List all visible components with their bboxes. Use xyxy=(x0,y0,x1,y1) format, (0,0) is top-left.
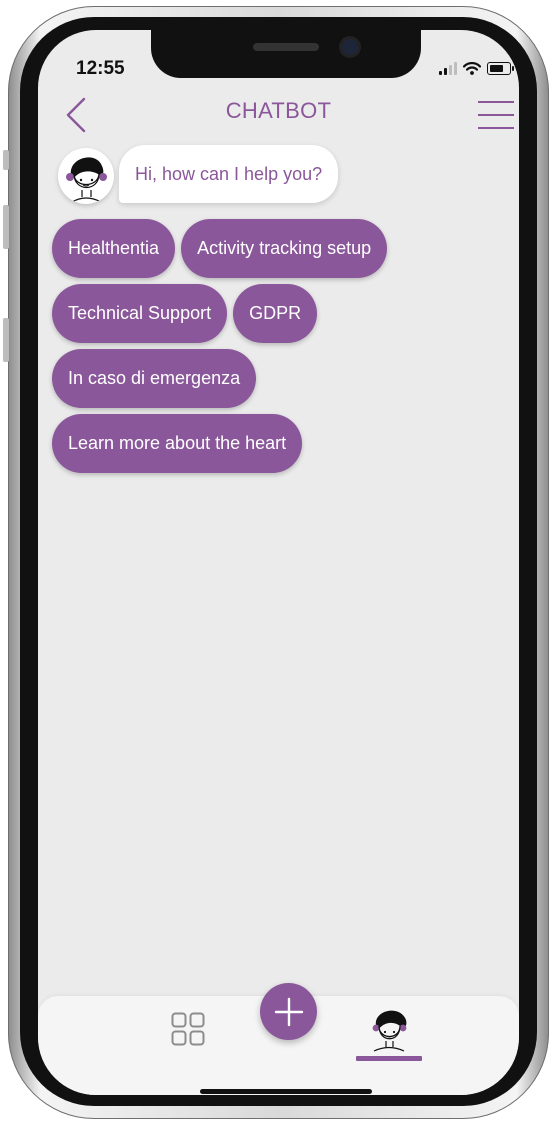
option-emergency[interactable]: In caso di emergenza xyxy=(52,349,257,408)
add-plus-icon xyxy=(274,997,303,1026)
option-activity-tracking-setup[interactable]: Activity tracking setup xyxy=(181,219,388,278)
notch xyxy=(151,30,421,78)
cellular-signal-icon xyxy=(439,62,457,75)
status-icons xyxy=(439,62,514,75)
home-indicator xyxy=(200,1089,372,1094)
volume-down-button xyxy=(3,318,9,362)
signal-bar xyxy=(454,62,457,75)
volume-up-button xyxy=(3,205,9,249)
signal-bar xyxy=(444,68,447,75)
options-row: In caso di emergenza xyxy=(52,349,502,408)
bot-message-bubble: Hi, how can I help you? xyxy=(119,145,339,203)
app-screen: 12:55 CHATBOT Hi, how can I help you? He… xyxy=(38,30,519,1095)
options-row: Healthentia Activity tracking setup xyxy=(52,219,502,278)
mute-switch xyxy=(3,150,9,170)
wifi-icon xyxy=(463,62,481,75)
battery-icon xyxy=(487,62,514,75)
active-tab-indicator xyxy=(356,1056,422,1061)
signal-bar xyxy=(439,71,442,75)
front-camera xyxy=(342,39,358,55)
option-healthentia[interactable]: Healthentia xyxy=(52,219,176,278)
quick-reply-options: Healthentia Activity tracking setup Tech… xyxy=(52,219,502,479)
option-gdpr[interactable]: GDPR xyxy=(233,284,318,343)
chatbot-avatar-icon[interactable] xyxy=(368,1006,410,1052)
option-technical-support[interactable]: Technical Support xyxy=(52,284,228,343)
status-time: 12:55 xyxy=(76,58,125,79)
dashboard-grid-icon[interactable] xyxy=(171,1012,205,1046)
bot-avatar xyxy=(58,148,114,204)
options-row: Learn more about the heart xyxy=(52,414,502,473)
speaker xyxy=(253,43,319,51)
hamburger-menu-icon[interactable] xyxy=(477,100,515,130)
add-button[interactable] xyxy=(260,983,317,1040)
battery-level xyxy=(490,65,503,72)
page-title: CHATBOT xyxy=(225,98,332,123)
options-row: Technical Support GDPR xyxy=(52,284,502,343)
signal-bar xyxy=(449,65,452,75)
option-learn-about-heart[interactable]: Learn more about the heart xyxy=(52,414,303,473)
avatar-icon xyxy=(66,157,107,203)
